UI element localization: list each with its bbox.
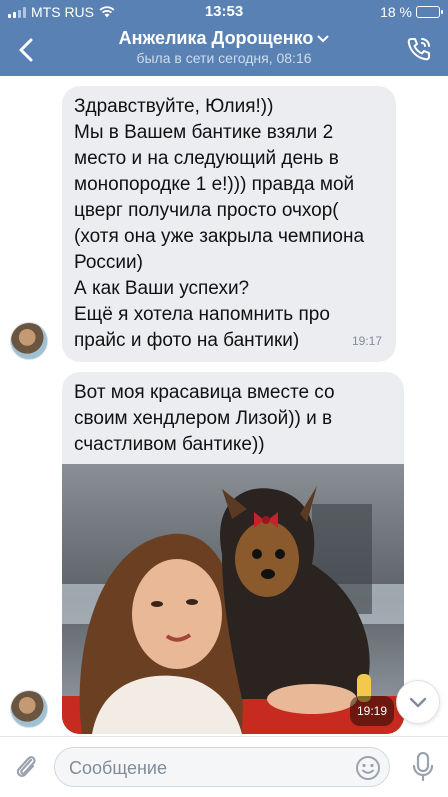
message-feed[interactable]: Здравствуйте, Юлия!)) Мы в Вашем бантике… [0,76,448,736]
contact-name: Анжелика Дорощенко [118,28,314,48]
back-button[interactable] [8,30,44,70]
message-text: Вот моя красавица вместе со своим хендле… [74,382,335,455]
message-text: Здравствуйте, Юлия!)) Мы в Вашем бантике… [74,96,365,351]
attach-button[interactable] [12,751,40,781]
message-input-box[interactable] [54,747,390,787]
message-input[interactable] [69,756,349,780]
message-photo[interactable]: 19:19 [62,464,404,734]
message-bubble[interactable]: Вот моя красавица вместе со своим хендле… [62,372,404,734]
chat-title[interactable]: Анжелика Дорощенко [70,27,378,49]
sender-avatar[interactable] [10,322,48,360]
message-bubble[interactable]: Здравствуйте, Юлия!)) Мы в Вашем бантике… [62,86,396,362]
phone-call-icon [407,38,430,61]
chat-title-area[interactable]: Анжелика Дорощенко была в сети сегодня, … [70,27,378,67]
paperclip-icon [16,756,36,777]
scroll-down-button[interactable] [396,680,440,724]
message-time: 19:19 [349,696,394,726]
message-composer [0,736,448,797]
battery-group: 18 % [380,4,443,20]
chevron-left-icon [19,38,33,62]
call-button[interactable] [402,32,436,66]
microphone-icon[interactable] [412,752,434,782]
battery-icon [416,6,443,18]
photo-image [62,464,404,734]
chat-header: MTS RUS 13:53 18 % Анжелика Дорощенко бы… [0,0,448,76]
sender-avatar[interactable] [10,690,48,728]
status-bar: MTS RUS 13:53 18 % [0,0,448,22]
message-time: 19:17 [351,334,382,348]
emoji-icon[interactable] [355,755,381,781]
last-seen-status: была в сети сегодня, 08:16 [136,50,312,66]
chevron-down-icon [409,697,427,707]
chevron-down-icon [317,35,329,43]
battery-percent: 18 % [380,4,412,20]
